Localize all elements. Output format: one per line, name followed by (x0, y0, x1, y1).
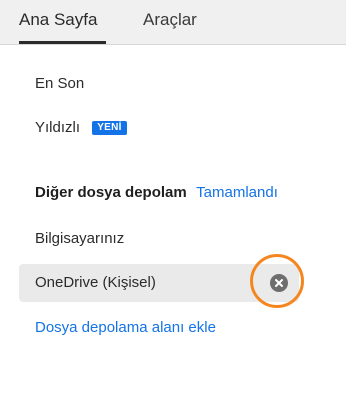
done-link[interactable]: Tamamlandı (196, 183, 278, 203)
storage-item-computer[interactable]: Bilgisayarınız (35, 229, 124, 249)
other-storage-header: Diğer dosya depolama Tamamlandı (35, 183, 278, 203)
nav-item-starred-label: Yıldızlı (35, 119, 81, 136)
section-title: Diğer dosya depolama (35, 184, 186, 201)
new-badge: YENİ (92, 121, 127, 135)
nav-item-recent[interactable]: En Son (35, 74, 84, 94)
top-tab-bar: Ana Sayfa Araçlar (0, 0, 346, 45)
active-tab-indicator (19, 41, 106, 44)
nav-item-recent-label: En Son (35, 75, 85, 92)
remove-storage-button[interactable] (270, 274, 288, 292)
tab-tools[interactable]: Araçlar (143, 9, 197, 31)
storage-item-computer-label: Bilgisayarınız (35, 230, 125, 247)
close-circle-icon (275, 279, 283, 287)
storage-item-onedrive-label: OneDrive (Kişisel) (35, 274, 156, 291)
storage-item-onedrive[interactable]: OneDrive (Kişisel) (19, 264, 299, 302)
nav-item-starred[interactable]: Yıldızlı YENİ (35, 118, 127, 138)
add-storage-link[interactable]: Dosya depolama alanı ekle (35, 318, 216, 338)
tab-home[interactable]: Ana Sayfa (19, 9, 97, 31)
